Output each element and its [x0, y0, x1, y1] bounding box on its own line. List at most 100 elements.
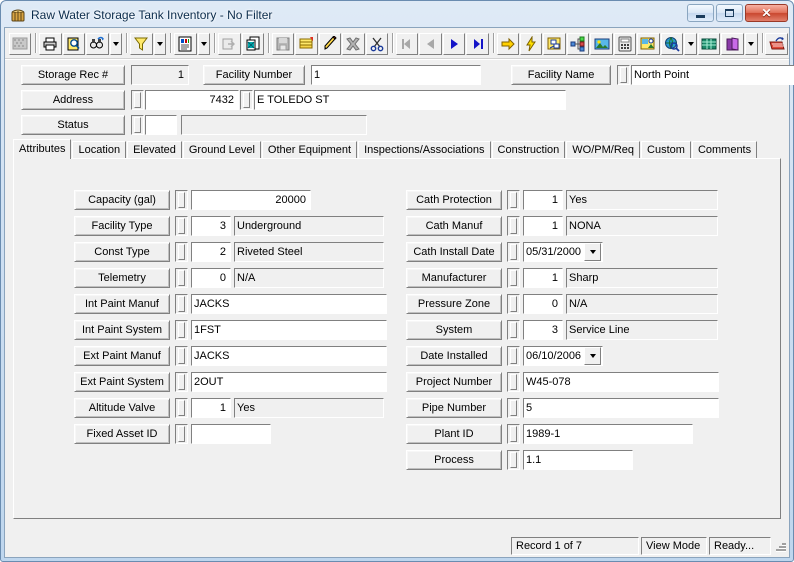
tab-attributes[interactable]: Attributes: [13, 139, 72, 159]
process-button[interactable]: Process: [406, 450, 502, 470]
copy-record-button[interactable]: [241, 33, 265, 55]
manufacturer-lookup-icon[interactable]: [507, 268, 520, 288]
address-street-lookup-icon[interactable]: [240, 90, 253, 110]
tab-inspections-associations[interactable]: Inspections/Associations: [358, 141, 491, 159]
resize-grip[interactable]: [773, 539, 787, 553]
maximize-button[interactable]: [716, 4, 743, 22]
int-paint-manuf-button[interactable]: Int Paint Manuf: [74, 294, 170, 314]
int-paint-manuf-input[interactable]: JACKS: [191, 294, 387, 314]
address-button[interactable]: Address: [21, 90, 125, 110]
exit-button[interactable]: [765, 33, 788, 55]
capacity-gal-lookup-icon[interactable]: [175, 190, 188, 210]
int-paint-manuf-lookup-icon[interactable]: [175, 294, 188, 314]
calculator-button[interactable]: [613, 33, 637, 55]
cath-protection-button[interactable]: Cath Protection: [406, 190, 502, 210]
cath-protection-lookup-icon[interactable]: [507, 190, 520, 210]
fixed-asset-id-button[interactable]: Fixed Asset ID: [74, 424, 170, 444]
address-street-input[interactable]: E TOLEDO ST: [254, 90, 566, 110]
capacity-gal-input[interactable]: 20000: [191, 190, 311, 210]
status-button[interactable]: Status: [21, 115, 125, 135]
print-button[interactable]: [39, 33, 62, 55]
export-button[interactable]: [218, 33, 241, 55]
grid-view-button[interactable]: [9, 33, 32, 55]
ext-paint-system-button[interactable]: Ext Paint System: [74, 372, 170, 392]
report-button[interactable]: [174, 33, 197, 55]
gis-dropdown[interactable]: [684, 33, 697, 55]
cath-protection-code-input[interactable]: 1: [523, 190, 563, 210]
tab-construction[interactable]: Construction: [491, 141, 566, 159]
pipe-number-lookup-icon[interactable]: [507, 398, 520, 418]
plant-id-button[interactable]: Plant ID: [406, 424, 502, 444]
int-paint-system-input[interactable]: 1FST: [191, 320, 387, 340]
const-type-code-input[interactable]: 2: [191, 242, 231, 262]
project-number-input[interactable]: W45-078: [523, 372, 719, 392]
facility-type-button[interactable]: Facility Type: [74, 216, 170, 236]
tab-location[interactable]: Location: [72, 141, 127, 159]
cath-install-date-lookup-icon[interactable]: [507, 242, 520, 262]
chevron-down-icon[interactable]: [584, 347, 601, 365]
capacity-gal-button[interactable]: Capacity (gal): [74, 190, 170, 210]
storage-rec-button[interactable]: Storage Rec #: [21, 65, 125, 85]
image-button[interactable]: [590, 33, 613, 55]
project-number-lookup-icon[interactable]: [507, 372, 520, 392]
facility-type-code-input[interactable]: 3: [191, 216, 231, 236]
date-installed-date-picker[interactable]: 06/10/2006: [523, 346, 603, 366]
int-paint-system-lookup-icon[interactable]: [175, 320, 188, 340]
cath-install-date-button[interactable]: Cath Install Date: [406, 242, 502, 262]
goto-button[interactable]: [496, 33, 519, 55]
facility-name-lookup-icon[interactable]: [617, 65, 630, 85]
altitude-valve-code-input[interactable]: 1: [191, 398, 231, 418]
ext-paint-system-input[interactable]: 2OUT: [191, 372, 387, 392]
delete-button[interactable]: [342, 33, 365, 55]
print-preview-button[interactable]: [62, 33, 86, 55]
process-lookup-icon[interactable]: [507, 450, 520, 470]
tab-custom[interactable]: Custom: [641, 141, 691, 159]
tab-ground-level[interactable]: Ground Level: [182, 141, 261, 159]
address-number-lookup-icon[interactable]: [131, 90, 144, 110]
help-book-button[interactable]: [721, 33, 744, 55]
hierarchy-button[interactable]: [566, 33, 590, 55]
system-code-input[interactable]: 3: [523, 320, 563, 340]
pipe-number-button[interactable]: Pipe Number: [406, 398, 502, 418]
status-code-input[interactable]: [145, 115, 177, 135]
system-lookup-icon[interactable]: [507, 320, 520, 340]
last-record-button[interactable]: [466, 33, 489, 55]
facility-number-input[interactable]: 1: [311, 65, 481, 85]
filter-dropdown[interactable]: [153, 33, 167, 55]
previous-record-button[interactable]: [419, 33, 442, 55]
cut-button[interactable]: [365, 33, 389, 55]
plant-id-input[interactable]: 1989-1: [523, 424, 693, 444]
facility-number-button[interactable]: Facility Number: [203, 65, 305, 85]
filter-button[interactable]: [130, 33, 153, 55]
spreadsheet-button[interactable]: [697, 33, 721, 55]
find-button[interactable]: [86, 33, 109, 55]
ext-paint-manuf-lookup-icon[interactable]: [175, 346, 188, 366]
pressure-zone-code-input[interactable]: 0: [523, 294, 563, 314]
date-installed-lookup-icon[interactable]: [507, 346, 520, 366]
plant-id-lookup-icon[interactable]: [507, 424, 520, 444]
map-button[interactable]: [637, 33, 660, 55]
facility-name-button[interactable]: Facility Name: [511, 65, 611, 85]
manufacturer-button[interactable]: Manufacturer: [406, 268, 502, 288]
date-installed-button[interactable]: Date Installed: [406, 346, 502, 366]
const-type-button[interactable]: Const Type: [74, 242, 170, 262]
system-button[interactable]: System: [406, 320, 502, 340]
ext-paint-manuf-input[interactable]: JACKS: [191, 346, 387, 366]
tab-comments[interactable]: Comments: [691, 141, 758, 159]
edit-button[interactable]: [318, 33, 342, 55]
report-dropdown[interactable]: [197, 33, 211, 55]
diagram-button[interactable]: [543, 33, 566, 55]
status-lookup-icon[interactable]: [131, 115, 144, 135]
gis-button[interactable]: [660, 33, 684, 55]
telemetry-button[interactable]: Telemetry: [74, 268, 170, 288]
fixed-asset-id-lookup-icon[interactable]: [175, 424, 188, 444]
process-input[interactable]: 1.1: [523, 450, 633, 470]
ext-paint-manuf-button[interactable]: Ext Paint Manuf: [74, 346, 170, 366]
cath-manuf-code-input[interactable]: 1: [523, 216, 563, 236]
tab-wo-pm-req[interactable]: WO/PM/Req: [566, 141, 641, 159]
project-number-button[interactable]: Project Number: [406, 372, 502, 392]
int-paint-system-button[interactable]: Int Paint System: [74, 320, 170, 340]
address-number-input[interactable]: 7432: [145, 90, 239, 110]
close-button[interactable]: ✕: [745, 4, 788, 22]
quick-action-button[interactable]: [520, 33, 543, 55]
